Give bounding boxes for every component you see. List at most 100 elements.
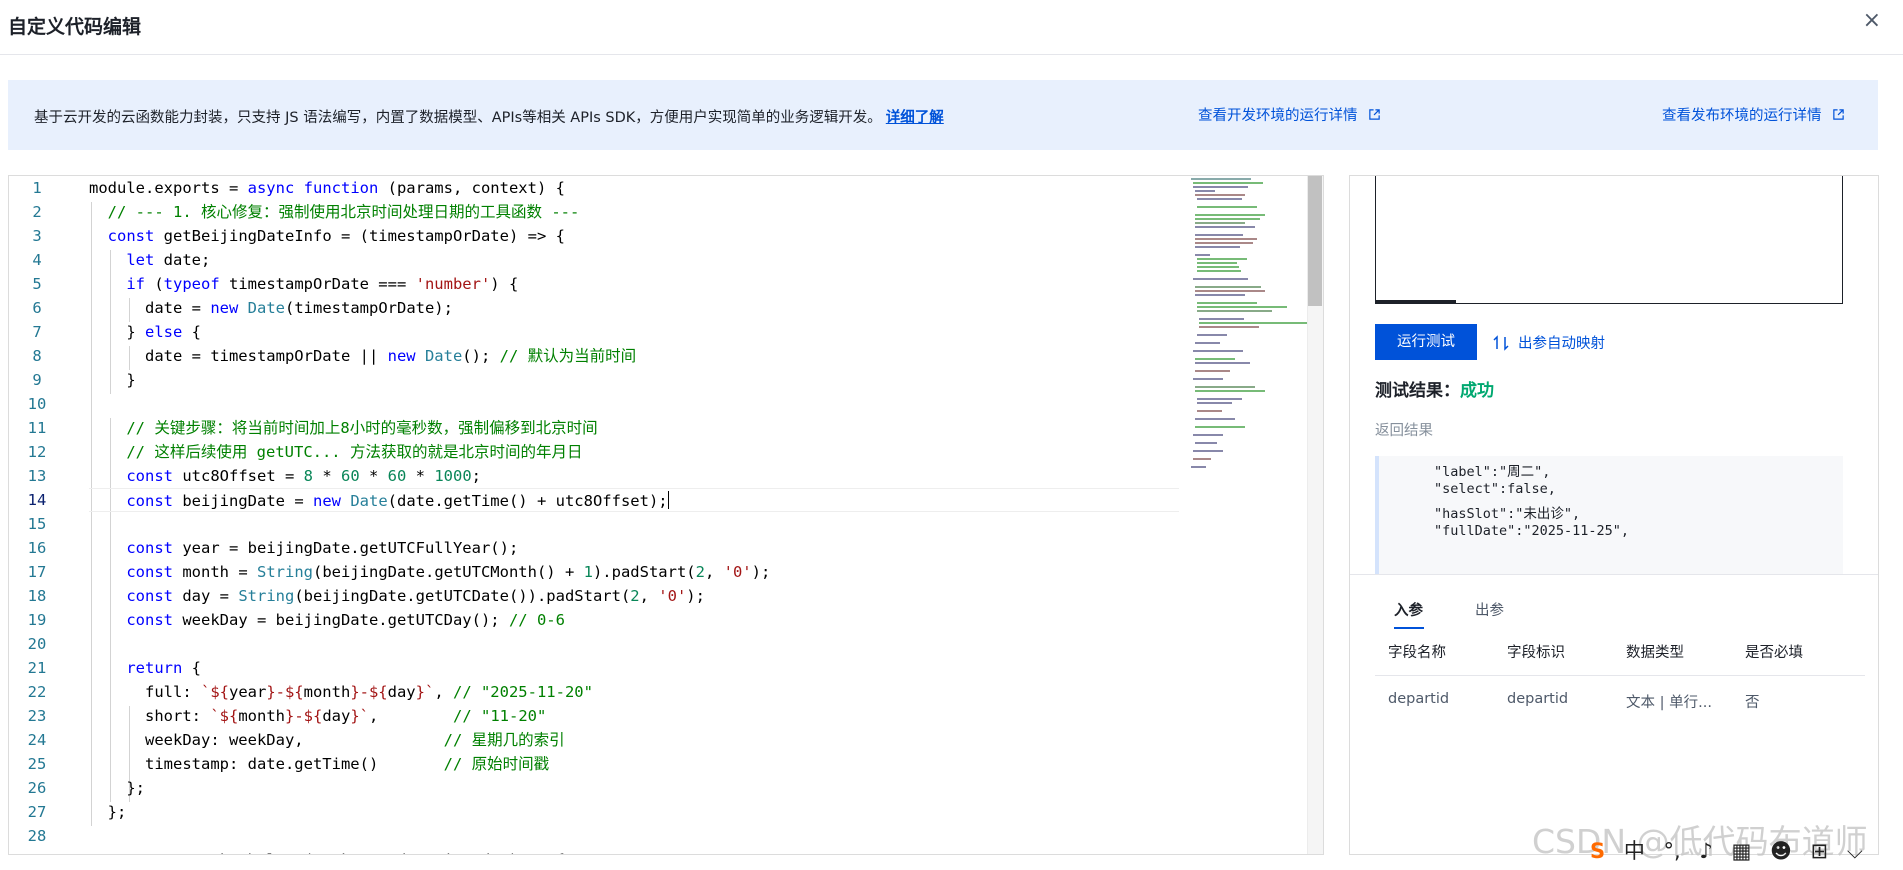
skin-icon[interactable]: ☻ [1770,839,1792,863]
code-line: const year = beijingDate.getUTCFullYear(… [126,539,519,557]
tab-input-params[interactable]: 入参 [1394,599,1423,620]
line-number: 22 [27,683,47,701]
close-icon[interactable]: × [1863,8,1881,33]
prod-env-link[interactable]: 查看发布环境的运行详情 [1662,104,1845,125]
line-number: 11 [27,419,47,437]
microphone-icon[interactable]: ♪ [1699,839,1712,863]
dialog-header: 自定义代码编辑 × [0,0,1903,55]
editor-scrollbar-thumb[interactable] [1308,176,1322,306]
editor-scrollbar[interactable] [1307,176,1323,854]
code-line-active: const beijingDate = new Date(date.getTim… [89,488,1179,512]
line-number: 2 [32,203,42,221]
code-line: let date; [126,251,211,269]
swap-icon [1493,335,1509,351]
column-header-field-key: 字段标识 [1507,645,1565,661]
line-number: 23 [27,707,47,725]
test-params-scrollbar[interactable] [1376,300,1456,303]
line-number: 18 [27,587,47,605]
code-line: module.exports = async function (params,… [89,179,565,197]
line-number: 1 [32,179,42,197]
dialog-title: 自定义代码编辑 [8,16,142,38]
auto-map-output-button[interactable]: 出参自动映射 [1492,332,1605,353]
run-test-button[interactable]: 运行测试 [1375,324,1477,360]
minimap-line [1193,434,1223,436]
code-editor[interactable]: 1 2 3 4 5 6 7 8 9 10 11 12 13 14 15 16 1… [8,175,1324,855]
line-number: 24 [27,731,47,749]
code-line: short: `${month}-${day}`, // "11-20" [89,707,547,725]
minimap-line [1195,342,1220,344]
auto-map-label: 出参自动映射 [1518,336,1605,352]
minimap-line [1191,178,1251,180]
code-area[interactable]: module.exports = async function (params,… [89,176,1189,854]
ime-punctuation-icon[interactable]: °, [1664,839,1681,863]
code-line: const getBeijingDateInfo = (timestampOrD… [107,227,565,245]
line-number: 10 [27,395,47,413]
code-line: if (typeof timestampOrDate === 'number')… [126,275,519,293]
cell-field-name: departid [1388,691,1450,707]
cell-field-key: departid [1507,691,1569,707]
minimap-line [1193,186,1248,188]
return-result-label: 返回结果 [1375,423,1433,439]
code-line: } [89,371,136,389]
minimap-line [1195,238,1257,240]
minimap-line [1197,198,1242,200]
dev-env-link-label: 查看开发环境的运行详情 [1198,108,1358,124]
learn-more-link[interactable]: 详细了解 [886,110,944,126]
sogou-logo[interactable]: S [1590,839,1605,863]
minimap-line [1197,262,1237,264]
line-number: 26 [27,779,47,797]
minimap-line [1197,302,1257,304]
minimap-line [1195,190,1215,192]
minimap-line [1195,418,1235,420]
params-section: 入参 出参 字段名称 字段标识 数据类型 是否必填 departid depar… [1350,574,1878,854]
test-params-editor[interactable] [1375,176,1843,304]
return-result-json[interactable]: "label":"周二", "select":false, "hasSlot":… [1375,456,1843,574]
line-number-gutter: 1 2 3 4 5 6 7 8 9 10 11 12 13 14 15 16 1… [9,176,69,854]
line-number: 6 [32,299,42,317]
active-tab-indicator [1394,627,1424,629]
code-line: }; [89,803,127,821]
line-number: 7 [32,323,42,341]
code-line: } else { [89,323,201,341]
ime-toolbar: S 中 °, ♪ ▦ ☻ ⊞ ⌵ [1590,835,1875,870]
line-number: 29 [9,851,65,854]
line-number: 13 [27,467,47,485]
minimap-line [1195,370,1230,372]
minimap-line [1197,310,1272,312]
minimap-line [1199,322,1309,324]
line-number-active: 14 [27,491,47,509]
external-link-icon [1833,109,1844,120]
dev-env-link[interactable]: 查看开发环境的运行详情 [1198,104,1381,125]
code-line: timestamp: date.getTime() // 原始时间戳 [89,755,550,773]
line-number: 3 [32,227,42,245]
test-result-status: 成功 [1460,381,1494,401]
code-line: const getWeekLabel = (weekDayIndex, isTo… [89,848,565,854]
tab-output-params[interactable]: 出参 [1475,599,1504,620]
column-header-field-name: 字段名称 [1388,645,1446,661]
ime-mode-toggle[interactable]: 中 [1624,835,1645,865]
toolbox-icon[interactable]: ⊞ [1811,839,1829,863]
line-number: 5 [32,275,42,293]
code-minimap[interactable] [1189,176,1309,854]
minimap-line [1195,442,1217,444]
json-line: "label":"周二", [1434,464,1551,480]
table-header-divider [1375,675,1865,676]
collapse-icon[interactable]: ⌵ [1847,839,1863,864]
column-header-data-type: 数据类型 [1626,645,1684,661]
minimap-line [1195,194,1245,196]
minimap-line [1195,426,1245,428]
line-number: 12 [27,443,47,461]
code-line: full: `${year}-${month}-${day}`, // "202… [89,683,593,701]
minimap-line [1195,362,1250,364]
minimap-line [1197,258,1247,260]
keyboard-icon[interactable]: ▦ [1731,839,1751,863]
test-result-label: 测试结果： [1375,381,1460,401]
minimap-line [1199,326,1259,328]
line-number: 20 [27,635,47,653]
minimap-line [1195,390,1265,392]
json-line: "hasSlot":"未出诊", [1434,506,1581,522]
minimap-line [1193,278,1248,280]
line-number: 9 [32,371,42,389]
code-line: // 这样后续使用 getUTC... 方法获取的就是北京时间的年月日 [126,443,583,461]
